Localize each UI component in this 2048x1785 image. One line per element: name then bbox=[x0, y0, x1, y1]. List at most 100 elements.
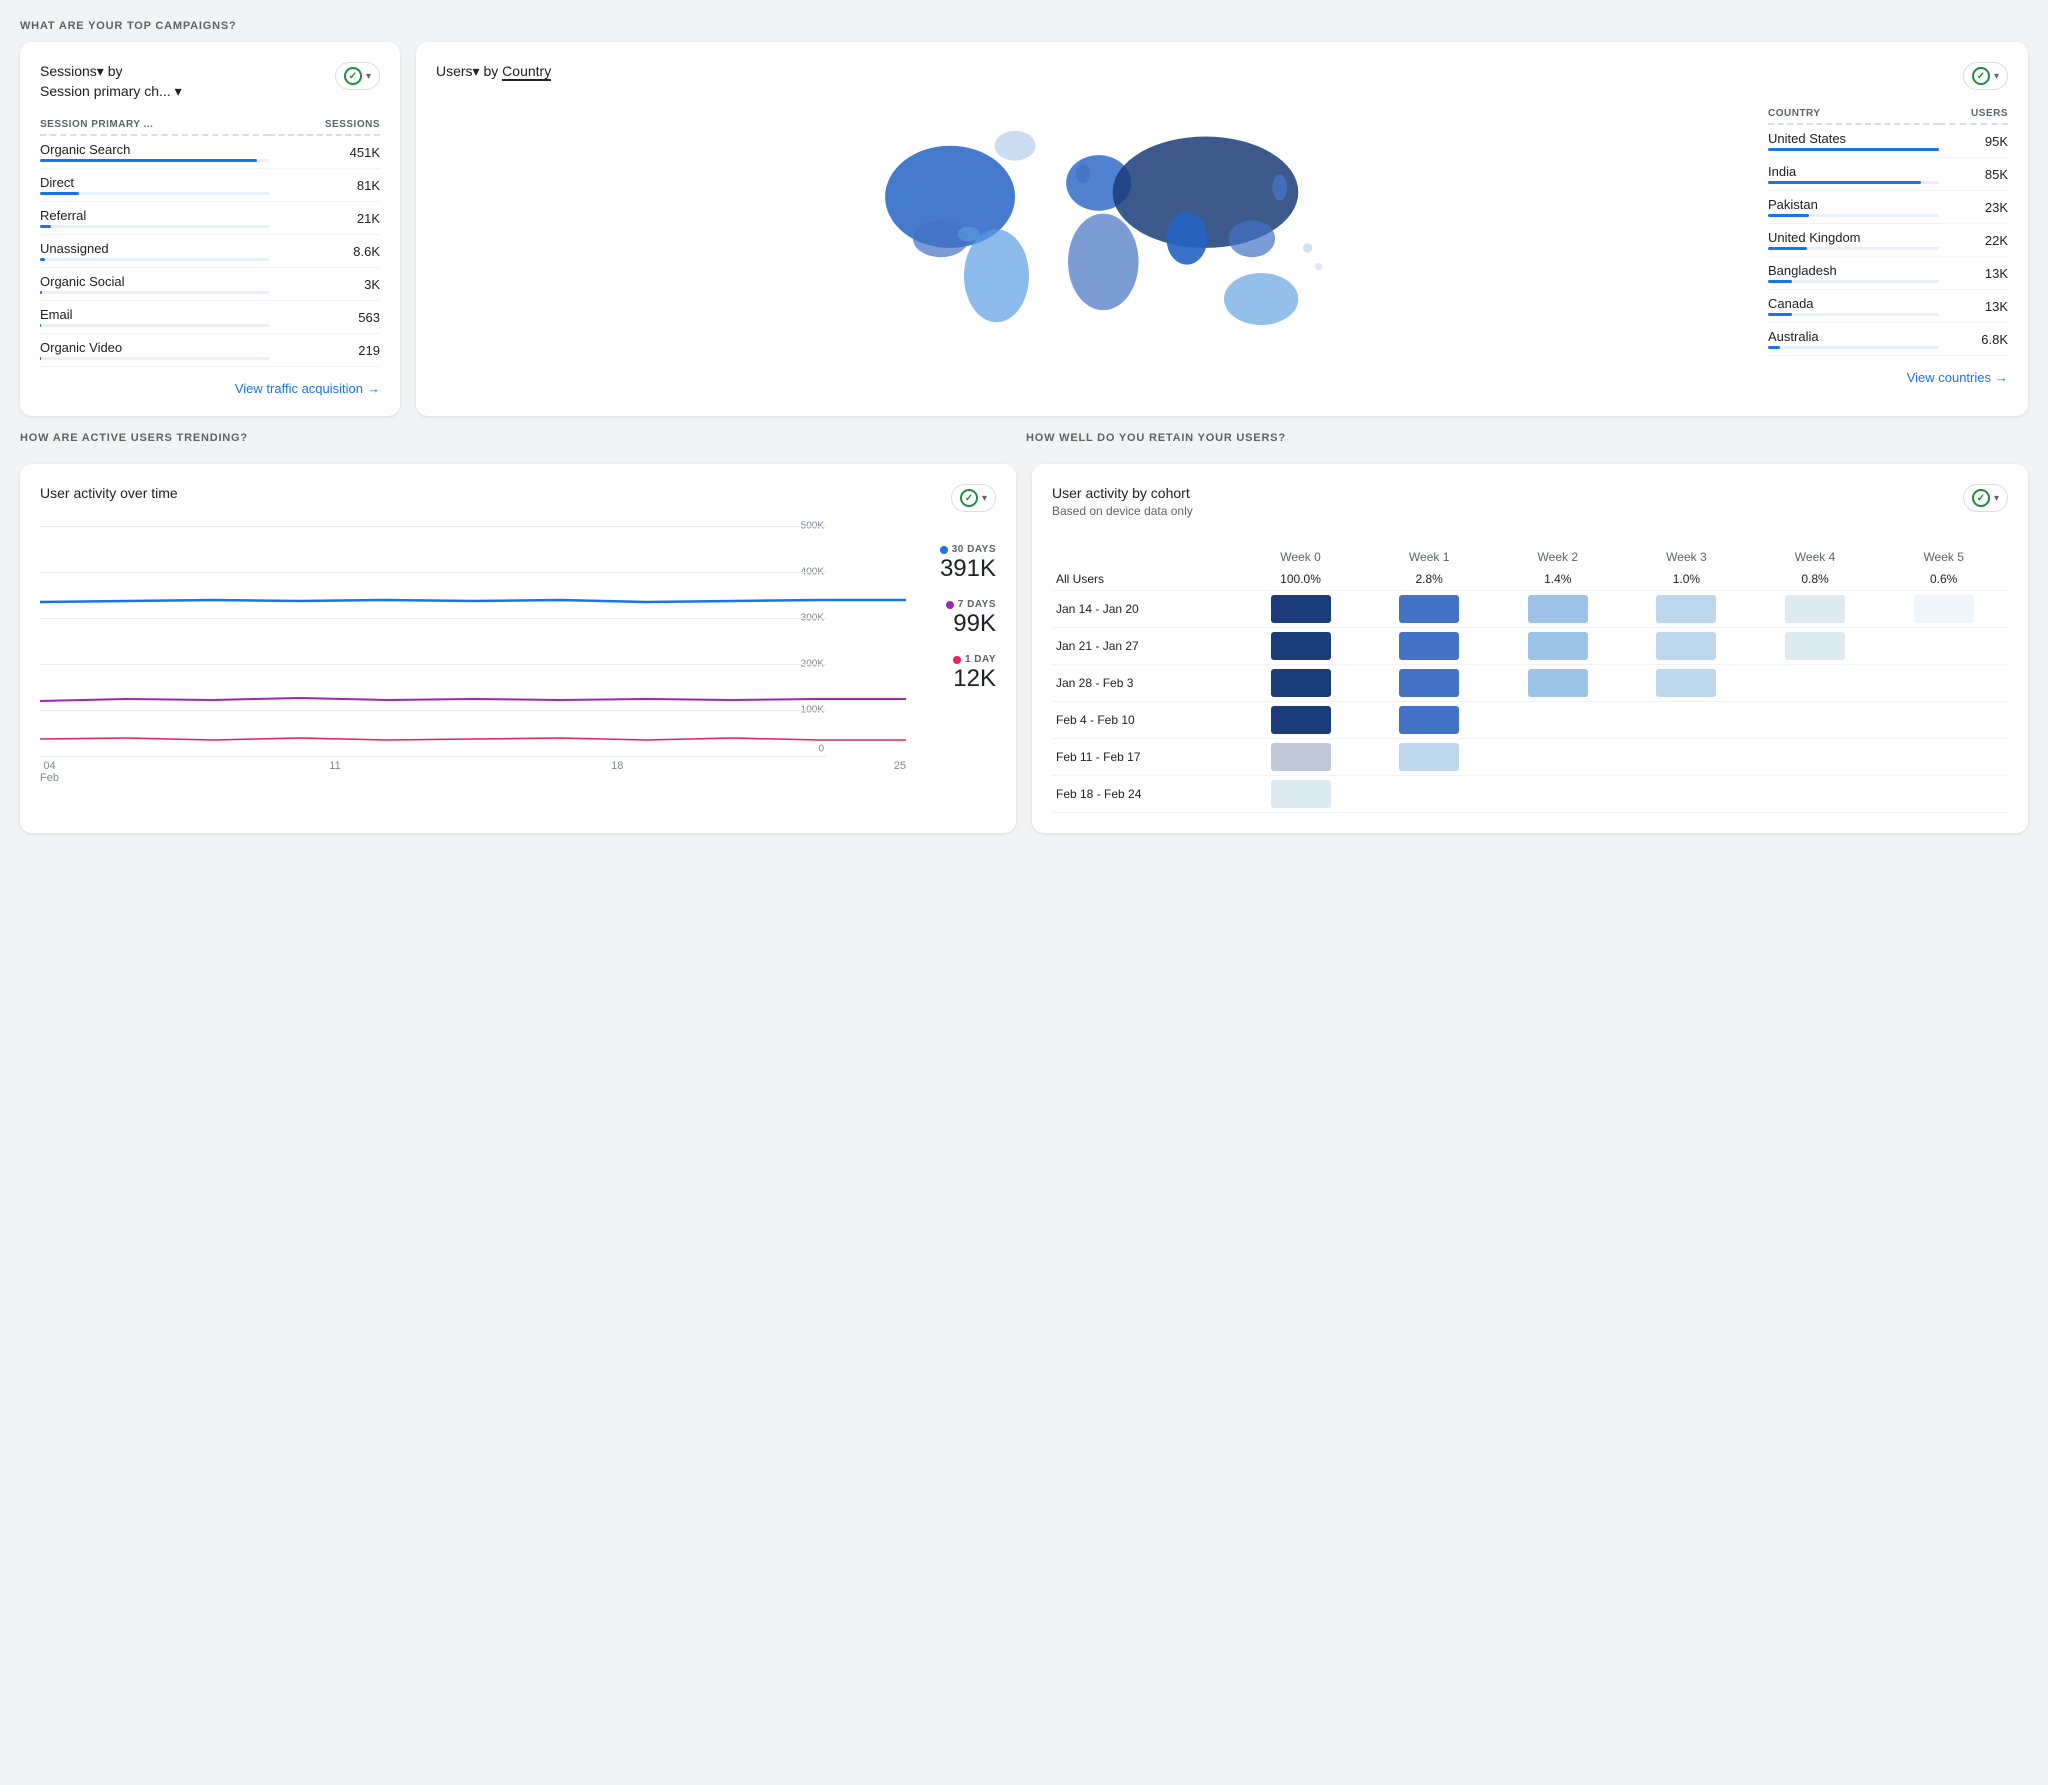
cohort-empty-4-2 bbox=[1493, 738, 1622, 775]
cohort-empty-3-3 bbox=[1622, 701, 1751, 738]
campaign-value: 563 bbox=[269, 301, 380, 334]
country-label: Australia bbox=[1768, 323, 1939, 356]
week2-header: Week 2 bbox=[1493, 546, 1622, 568]
country-row: Australia 6.8K bbox=[1768, 323, 2008, 356]
cohort-cell-1-0 bbox=[1236, 627, 1365, 664]
check-icon-4 bbox=[1972, 489, 1990, 507]
by-label: by bbox=[108, 63, 123, 79]
country-row: United States 95K bbox=[1768, 124, 2008, 158]
section2-title: HOW ARE ACTIVE USERS TRENDING? bbox=[20, 432, 1022, 444]
week5-header: Week 5 bbox=[1879, 546, 2008, 568]
campaigns-table: SESSION PRIMARY ... SESSIONS Organic Sea… bbox=[40, 115, 380, 367]
map-area bbox=[436, 104, 1752, 385]
cohort-subtitle: Based on device data only bbox=[1052, 504, 1193, 518]
x-label-04: 04 bbox=[40, 760, 59, 772]
campaign-label: Referral bbox=[40, 202, 269, 235]
country-row: Canada 13K bbox=[1768, 290, 2008, 323]
country-value: 85K bbox=[1939, 158, 2008, 191]
campaigns-row: Unassigned 8.6K bbox=[40, 235, 380, 268]
view-traffic-link[interactable]: View traffic acquisition → bbox=[40, 381, 380, 396]
week1-header: Week 1 bbox=[1365, 546, 1494, 568]
country-row: India 85K bbox=[1768, 158, 2008, 191]
campaigns-row: Direct 81K bbox=[40, 169, 380, 202]
cohort-cell-1-4 bbox=[1751, 627, 1880, 664]
all-users-week2: 1.4% bbox=[1493, 568, 1622, 591]
country-label: Pakistan bbox=[1768, 191, 1939, 224]
cohort-cell-0-5 bbox=[1879, 590, 2008, 627]
cohort-data-row: Jan 21 - Jan 27 bbox=[1052, 627, 2008, 664]
country-options-btn[interactable]: ▾ bbox=[1963, 62, 2008, 90]
cohort-cell-2-0 bbox=[1236, 664, 1365, 701]
x-label-18: 18 bbox=[611, 760, 623, 772]
cohort-cell-2-3 bbox=[1622, 664, 1751, 701]
campaigns-row: Referral 21K bbox=[40, 202, 380, 235]
campaign-label: Email bbox=[40, 301, 269, 334]
cohort-data-row: Feb 18 - Feb 24 bbox=[1052, 775, 2008, 812]
check-icon-2 bbox=[1972, 67, 1990, 85]
country-card: Users▾ by Country ▾ bbox=[416, 42, 2028, 416]
country-value: 23K bbox=[1939, 191, 2008, 224]
campaign-value: 8.6K bbox=[269, 235, 380, 268]
cohort-row-label: Jan 28 - Feb 3 bbox=[1052, 664, 1236, 701]
country-table-area: COUNTRY USERS United States 95K India 85… bbox=[1768, 104, 2008, 385]
campaign-value: 81K bbox=[269, 169, 380, 202]
country-value: 13K bbox=[1939, 257, 2008, 290]
legend-7days-value: 99K bbox=[953, 610, 996, 638]
campaign-value: 219 bbox=[269, 334, 380, 367]
chevron-down-icon-4: ▾ bbox=[1994, 493, 1999, 504]
users-label[interactable]: Users▾ bbox=[436, 63, 480, 79]
cohort-card-header: User activity by cohort Based on device … bbox=[1052, 484, 2008, 532]
country-row: Bangladesh 13K bbox=[1768, 257, 2008, 290]
legend-1day-label: 1 DAY bbox=[953, 654, 996, 665]
col1-header: SESSION PRIMARY ... bbox=[40, 115, 269, 135]
country-card-title: Users▾ by Country bbox=[436, 62, 551, 82]
cohort-cell-1-2 bbox=[1493, 627, 1622, 664]
purple-dot bbox=[946, 601, 954, 609]
country-dropdown[interactable]: Country bbox=[502, 63, 551, 81]
cohort-cell-1-3 bbox=[1622, 627, 1751, 664]
legend-30days-label: 30 DAYS bbox=[940, 544, 996, 555]
x-label-11: 11 bbox=[329, 760, 340, 772]
cohort-empty-1-5 bbox=[1879, 627, 2008, 664]
cohort-row-label: Jan 14 - Jan 20 bbox=[1052, 590, 1236, 627]
cohort-empty-4-4 bbox=[1751, 738, 1880, 775]
line-chart-svg bbox=[40, 526, 906, 756]
country-label: United States bbox=[1768, 124, 1939, 158]
campaign-label: Unassigned bbox=[40, 235, 269, 268]
cohort-cell-0-2 bbox=[1493, 590, 1622, 627]
cohort-cell-2-2 bbox=[1493, 664, 1622, 701]
session-primary-label[interactable]: Session primary ch... ▾ bbox=[40, 83, 182, 99]
all-users-week5: 0.6% bbox=[1879, 568, 2008, 591]
cohort-empty-5-4 bbox=[1751, 775, 1880, 812]
all-users-week1: 2.8% bbox=[1365, 568, 1494, 591]
legend-1day-value: 12K bbox=[953, 665, 996, 693]
activity-chart-wrapper: 500K 400K 300K 200K 100K 0 bbox=[40, 526, 996, 784]
cohort-empty-4-5 bbox=[1879, 738, 2008, 775]
cohort-options-btn[interactable]: ▾ bbox=[1963, 484, 2008, 512]
cohort-cell-1-1 bbox=[1365, 627, 1494, 664]
cohort-empty-2-5 bbox=[1879, 664, 2008, 701]
legend-30days-value: 391K bbox=[940, 555, 996, 583]
country-col-header: COUNTRY bbox=[1768, 104, 1939, 124]
cohort-row-label: Feb 11 - Feb 17 bbox=[1052, 738, 1236, 775]
activity-card-header: User activity over time ▾ bbox=[40, 484, 996, 512]
activity-card: User activity over time ▾ 500K 400K 300K… bbox=[20, 464, 1016, 833]
cohort-row-label: Jan 21 - Jan 27 bbox=[1052, 627, 1236, 664]
check-icon bbox=[344, 67, 362, 85]
view-countries-link[interactable]: View countries → bbox=[1768, 370, 2008, 385]
country-value: 22K bbox=[1939, 224, 2008, 257]
campaigns-row: Email 563 bbox=[40, 301, 380, 334]
all-users-week4: 0.8% bbox=[1751, 568, 1880, 591]
cohort-empty-5-2 bbox=[1493, 775, 1622, 812]
chart-legend: 30 DAYS 391K 7 DAYS 99K 1 DAY bbox=[940, 544, 996, 693]
campaign-label: Organic Search bbox=[40, 135, 269, 169]
campaign-label: Organic Video bbox=[40, 334, 269, 367]
cohort-cell-3-1 bbox=[1365, 701, 1494, 738]
all-users-label: All Users bbox=[1052, 568, 1236, 591]
campaigns-options-btn[interactable]: ▾ bbox=[335, 62, 380, 90]
week3-header: Week 3 bbox=[1622, 546, 1751, 568]
sessions-label[interactable]: Sessions▾ bbox=[40, 63, 104, 79]
cohort-empty-5-1 bbox=[1365, 775, 1494, 812]
cohort-empty-5-5 bbox=[1879, 775, 2008, 812]
activity-options-btn[interactable]: ▾ bbox=[951, 484, 996, 512]
